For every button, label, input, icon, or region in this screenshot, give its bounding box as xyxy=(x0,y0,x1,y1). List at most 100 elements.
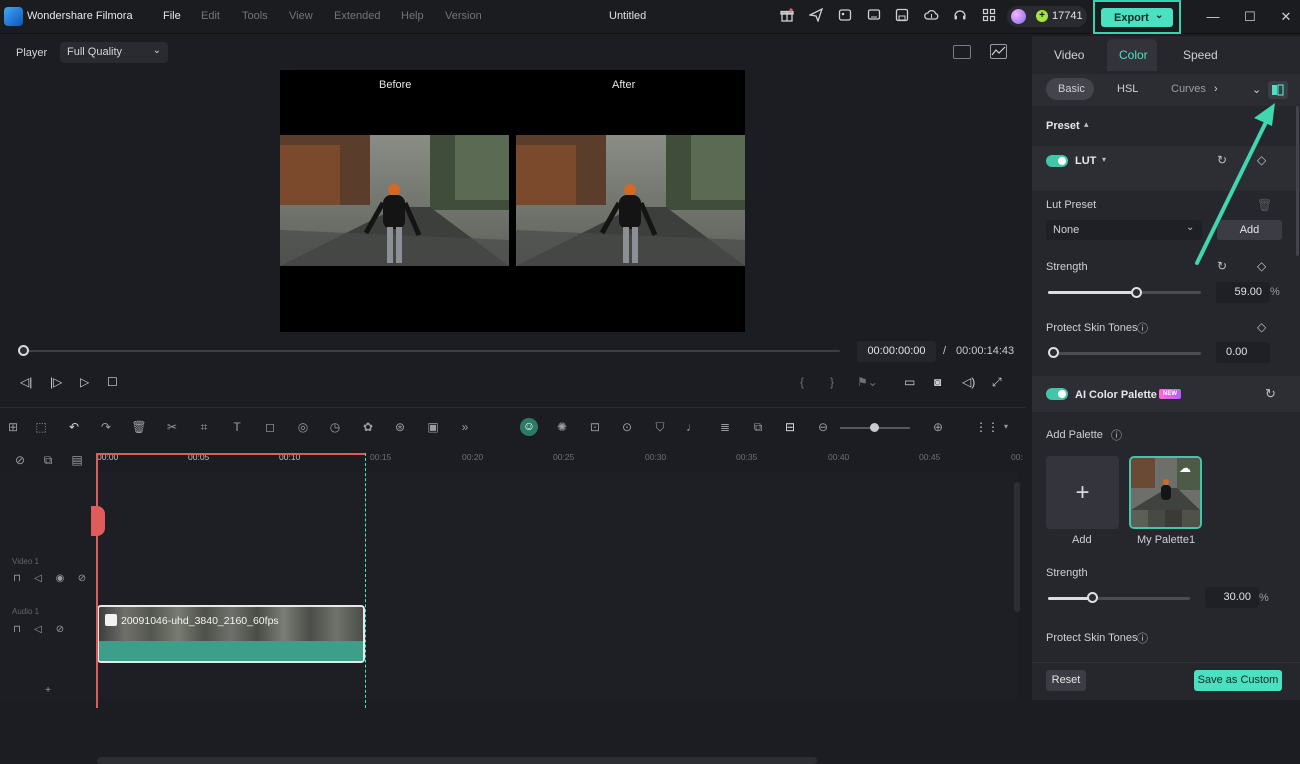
close-icon[interactable]: ✕ xyxy=(1276,7,1296,27)
avatar[interactable] xyxy=(1011,9,1026,24)
gift-icon[interactable] xyxy=(779,8,795,24)
marker-icon[interactable]: ⚑⌄ xyxy=(857,375,878,389)
mark-out-icon[interactable]: } xyxy=(830,375,834,389)
preset-title[interactable]: Preset xyxy=(1046,120,1080,132)
crop-icon[interactable]: ⌗ xyxy=(196,419,212,435)
timeline-vertical-scrollbar[interactable] xyxy=(1014,482,1020,612)
help-icon[interactable]: ⓘ xyxy=(1137,630,1148,646)
link-icon[interactable]: ⊘ xyxy=(12,452,28,468)
timeline-scrollbar[interactable] xyxy=(97,757,817,764)
menu-version[interactable]: Version xyxy=(445,10,482,22)
lut-preset-dropdown[interactable]: None ⌄ xyxy=(1046,220,1202,240)
timer-icon[interactable]: ◷ xyxy=(327,419,343,435)
image-edit-icon[interactable]: ▣ xyxy=(425,419,441,435)
chevron-down-icon[interactable]: ▾ xyxy=(998,419,1014,435)
apps-grid-icon[interactable] xyxy=(981,8,997,24)
shield-icon[interactable]: ⛉ xyxy=(652,419,668,435)
subtab-basic[interactable]: Basic xyxy=(1058,83,1085,95)
microphone-icon[interactable]: ♩ xyxy=(684,419,700,435)
lock-icon[interactable]: ⊓ xyxy=(9,571,25,587)
motion-icon[interactable]: ⊙ xyxy=(619,419,635,435)
ai-tool-icon[interactable]: ⊛ xyxy=(392,419,408,435)
subtab-hsl[interactable]: HSL xyxy=(1117,83,1138,95)
playhead-marker-handle[interactable] xyxy=(91,506,105,536)
hide-track-icon[interactable]: ⊘ xyxy=(74,571,90,587)
strength-slider-handle[interactable] xyxy=(1131,287,1142,298)
select-tool-icon[interactable]: ⬚ xyxy=(33,419,49,435)
speed-icon[interactable]: ◎ xyxy=(295,419,311,435)
strength-value-input[interactable]: 59.00 xyxy=(1216,282,1270,303)
help-icon[interactable]: ⓘ xyxy=(1137,320,1148,336)
menu-help[interactable]: Help xyxy=(401,10,424,22)
send-icon[interactable] xyxy=(807,7,824,24)
eye-icon[interactable]: ◉ xyxy=(52,571,68,587)
layout-grid-icon[interactable] xyxy=(953,45,971,59)
protect-skin-slider-handle[interactable] xyxy=(1048,347,1059,358)
my-palette-tile[interactable]: ☁ xyxy=(1129,456,1202,529)
cloud-upload-icon[interactable] xyxy=(923,8,939,24)
lock-icon[interactable]: ⊓ xyxy=(9,622,25,638)
delete-icon[interactable]: 🗑 xyxy=(131,419,147,435)
mute-icon[interactable]: ◁ xyxy=(30,571,46,587)
scope-chart-icon[interactable] xyxy=(990,44,1007,59)
hide-track-icon[interactable]: ⊘ xyxy=(52,622,68,638)
track-settings-icon[interactable]: ⋮⋮ xyxy=(975,419,999,435)
maximize-icon[interactable]: ☐ xyxy=(1240,7,1260,27)
chevron-down-icon[interactable]: ▾ xyxy=(1102,155,1106,164)
reset-button[interactable]: Reset xyxy=(1046,670,1086,691)
chevron-up-icon[interactable]: ▴ xyxy=(1084,119,1089,130)
menu-edit[interactable]: Edit xyxy=(201,10,220,22)
zoom-out-icon[interactable]: ⊖ xyxy=(815,419,831,435)
previous-frame-icon[interactable]: ◁| xyxy=(20,375,32,389)
fit-timeline-icon[interactable]: ⊟ xyxy=(782,419,798,435)
track-canvas[interactable] xyxy=(97,472,1017,701)
mark-in-icon[interactable]: { xyxy=(800,375,804,389)
display-icon[interactable]: ▭ xyxy=(904,375,915,389)
record-icon[interactable]: ⊡ xyxy=(587,419,603,435)
volume-icon[interactable]: ◁) xyxy=(962,375,975,389)
minimize-icon[interactable]: — xyxy=(1203,7,1223,27)
ai-palette-toggle[interactable] xyxy=(1046,388,1068,400)
play-icon[interactable]: ▷ xyxy=(80,375,89,389)
menu-tools[interactable]: Tools xyxy=(242,10,268,22)
current-time[interactable]: 00:00:00:00 xyxy=(857,341,936,362)
playback-progress-bar[interactable] xyxy=(20,350,840,352)
tab-speed[interactable]: Speed xyxy=(1183,48,1218,62)
timeline-ruler[interactable]: 00:00 00:05 00:10 00:15 00:20 00:25 00:3… xyxy=(97,446,1026,472)
menu-view[interactable]: View xyxy=(289,10,313,22)
redo-icon[interactable]: ↷ xyxy=(98,419,114,435)
fullscreen-icon[interactable]: ⤢ xyxy=(992,375,1002,390)
tab-color[interactable]: Color xyxy=(1119,48,1148,62)
keyframe-diamond-icon[interactable]: ◇ xyxy=(1257,320,1266,334)
snapshot-icon[interactable]: ◙ xyxy=(934,375,941,389)
shape-icon[interactable]: ◻ xyxy=(262,419,278,435)
preview-canvas[interactable]: Before After xyxy=(280,70,745,332)
headset-support-icon[interactable] xyxy=(952,8,968,24)
play-slow-icon[interactable]: |▷ xyxy=(50,375,62,389)
menu-file[interactable]: File xyxy=(163,10,181,22)
video-clip[interactable]: 20091046-uhd_3840_2160_60fps xyxy=(97,605,365,663)
menu-extended[interactable]: Extended xyxy=(334,10,380,22)
save-icon[interactable] xyxy=(894,8,910,24)
quality-dropdown[interactable]: Full Quality ⌄ xyxy=(60,42,168,63)
palette-strength-slider-handle[interactable] xyxy=(1087,592,1098,603)
group-icon[interactable]: ⧉ xyxy=(40,452,56,468)
playback-scrubber-handle[interactable] xyxy=(18,345,29,356)
zoom-in-icon[interactable]: ⊕ xyxy=(930,419,946,435)
undo-icon[interactable]: ↶ xyxy=(66,419,82,435)
protect-skin-slider[interactable] xyxy=(1048,352,1201,355)
auto-highlight-icon[interactable]: ✺ xyxy=(554,419,570,435)
monitor-icon[interactable] xyxy=(866,8,882,24)
palette-strength-value-input[interactable]: 30.00 xyxy=(1205,587,1259,608)
protect-skin-value-input[interactable]: 0.00 xyxy=(1216,342,1270,363)
lut-toggle[interactable] xyxy=(1046,155,1068,167)
audio-mix-icon[interactable]: ≣ xyxy=(717,419,733,435)
help-icon[interactable]: ⓘ xyxy=(1111,427,1122,443)
stop-icon[interactable]: ☐ xyxy=(107,375,118,389)
zoom-slider-handle[interactable] xyxy=(870,423,879,432)
panel-scrollbar[interactable] xyxy=(1296,106,1299,256)
credits-pill[interactable]: + 17741 xyxy=(1007,6,1087,27)
export-button[interactable]: Export ⌄ xyxy=(1101,8,1173,27)
chevron-down-icon[interactable]: ⌄ xyxy=(1155,10,1163,21)
reset-icon[interactable]: ↻ xyxy=(1265,386,1276,402)
